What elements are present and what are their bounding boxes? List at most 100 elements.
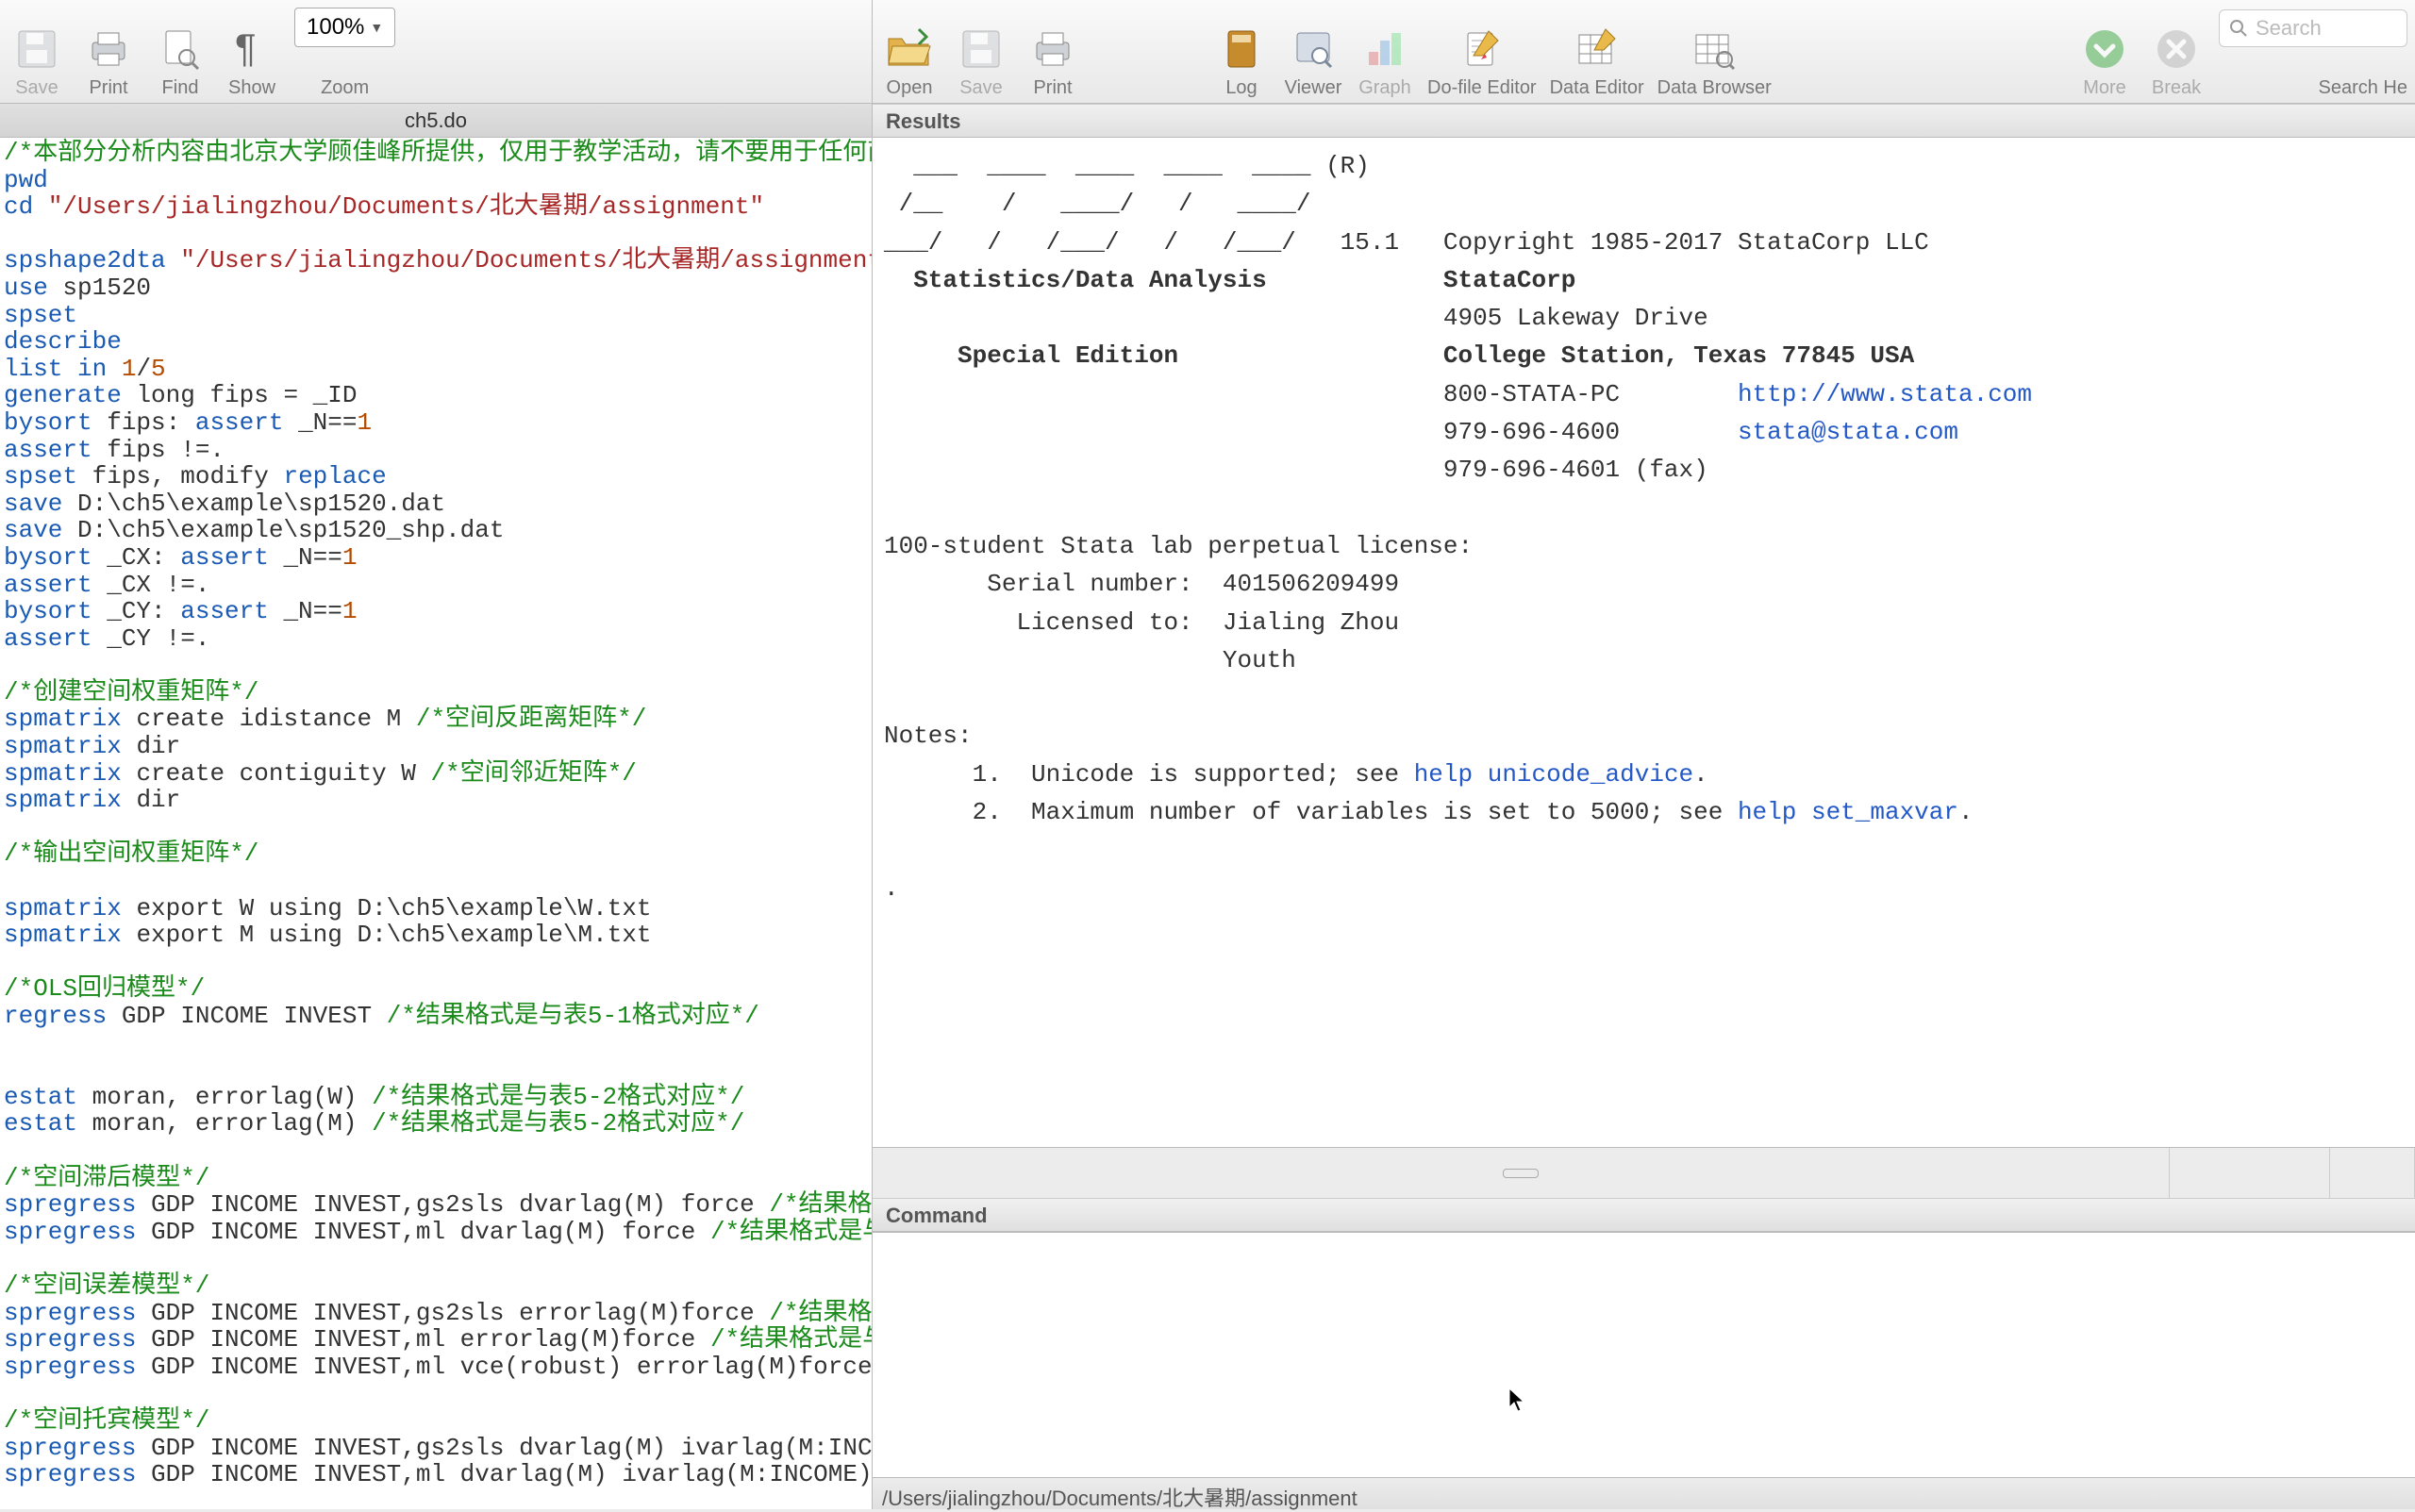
code-line[interactable]: spregress GDP INCOME INVEST,gs2sls dvarl…	[4, 1191, 868, 1219]
code-line[interactable]: /*本部分分析内容由北京大学顾佳峰所提供，仅用于教学活动，请不要用于任何商业活	[4, 140, 868, 167]
code-line[interactable]: regress GDP INCOME INVEST /*结果格式是与表5-1格式…	[4, 1003, 868, 1030]
code-line[interactable]: describe	[4, 328, 868, 356]
code-line[interactable]: assert fips !=.	[4, 437, 868, 464]
code-line[interactable]	[4, 221, 868, 248]
code-line[interactable]: spregress GDP INCOME INVEST,ml dvarlag(M…	[4, 1219, 868, 1246]
code-line[interactable]: estat moran, errorlag(W) /*结果格式是与表5-2格式对…	[4, 1084, 868, 1111]
zoom-label: Zoom	[321, 77, 369, 99]
code-line[interactable]: spmatrix dir	[4, 787, 868, 814]
log-button[interactable]: Log	[1212, 25, 1271, 99]
graph-button[interactable]: Graph	[1356, 25, 1414, 99]
open-button[interactable]: Open	[880, 25, 939, 99]
code-line[interactable]: /*输出空间权重矩阵*/	[4, 840, 868, 868]
code-line[interactable]: spregress GDP INCOME INVEST,ml errorlag(…	[4, 1326, 868, 1354]
code-line[interactable]: /*创建空间权重矩阵*/	[4, 679, 868, 706]
break-button[interactable]: Break	[2147, 25, 2206, 99]
code-line[interactable]	[4, 1138, 868, 1165]
code-line[interactable]: estat moran, errorlag(M) /*结果格式是与表5-2格式对…	[4, 1110, 868, 1138]
editor-tab-bar[interactable]: ch5.do	[0, 104, 872, 138]
code-line[interactable]: generate long fips = _ID	[4, 382, 868, 409]
printer-icon	[84, 25, 133, 74]
data-editor-button[interactable]: Data Editor	[1550, 25, 1644, 99]
code-line[interactable]	[4, 1056, 868, 1084]
stata-email-link[interactable]: stata@stata.com	[1738, 418, 1958, 446]
code-line[interactable]	[4, 1245, 868, 1272]
document-search-icon	[156, 25, 205, 74]
show-button[interactable]: ¶ Show	[223, 25, 281, 99]
dofile-editor-button[interactable]: Do-file Editor	[1427, 25, 1537, 99]
pilcrow-icon: ¶	[227, 25, 276, 74]
code-line[interactable]: spmatrix export W using D:\ch5\example\W…	[4, 895, 868, 922]
results-header: Results	[873, 104, 2415, 138]
code-line[interactable]: bysort fips: assert _N==1	[4, 409, 868, 437]
results-splitter[interactable]	[873, 1147, 2415, 1198]
stata-url-link[interactable]: http://www.stata.com	[1738, 380, 2032, 408]
code-line[interactable]: spmatrix create idistance M /*空间反距离矩阵*/	[4, 706, 868, 733]
code-line[interactable]	[4, 1380, 868, 1407]
command-header: Command	[873, 1198, 2415, 1232]
help-maxvar-link[interactable]: help set_maxvar	[1738, 798, 1958, 826]
circle-x-icon	[2152, 25, 2201, 74]
code-line[interactable]: spmatrix create contiguity W /*空间邻近矩阵*/	[4, 760, 868, 788]
log-book-icon	[1217, 25, 1266, 74]
code-line[interactable]: spregress GDP INCOME INVEST,gs2sls dvarl…	[4, 1435, 868, 1462]
code-line[interactable]: /*空间误差模型*/	[4, 1272, 868, 1300]
bar-chart-icon	[1360, 25, 1409, 74]
left-toolbar: Save Print Find ¶ Show 100% ▼ Zoom	[0, 0, 872, 104]
code-line[interactable]: list in 1/5	[4, 356, 868, 383]
search-icon	[2229, 19, 2248, 38]
code-line[interactable]: spmatrix dir	[4, 733, 868, 760]
code-line[interactable]	[4, 814, 868, 841]
table-search-icon	[1690, 25, 1739, 74]
zoom-select[interactable]: 100% ▼	[294, 8, 395, 47]
code-line[interactable]: spset fips, modify replace	[4, 463, 868, 490]
code-line[interactable]: spshape2dta "/Users/jialingzhou/Document…	[4, 247, 868, 274]
code-line[interactable]: assert _CY !=.	[4, 625, 868, 653]
code-line[interactable]: spregress GDP INCOME INVEST,ml vce(robus…	[4, 1354, 868, 1381]
code-line[interactable]: bysort _CX: assert _N==1	[4, 544, 868, 572]
code-line[interactable]: spmatrix export M using D:\ch5\example\M…	[4, 922, 868, 949]
code-line[interactable]: /*空间滞后模型*/	[4, 1165, 868, 1192]
folder-open-icon	[885, 25, 934, 74]
code-line[interactable]: cd "/Users/jialingzhou/Documents/北大暑期/as…	[4, 193, 868, 221]
save-button[interactable]: Save	[8, 25, 66, 99]
print-button-main[interactable]: Print	[1024, 25, 1082, 99]
floppy-icon	[12, 25, 61, 74]
dofile-editor-window: Save Print Find ¶ Show 100% ▼ Zoom	[0, 0, 873, 1509]
viewer-icon	[1289, 25, 1338, 74]
svg-text:¶: ¶	[235, 27, 257, 70]
data-browser-button[interactable]: Data Browser	[1657, 25, 1772, 99]
statusbar: /Users/jialingzhou/Documents/北大暑期/assign…	[873, 1477, 2415, 1509]
search-input[interactable]: Search	[2219, 9, 2407, 47]
stata-main-window: Open Save Print Log Viewer	[873, 0, 2415, 1509]
results-output[interactable]: ___ ____ ____ ____ ____ (R) /__ / ____/ …	[873, 138, 2415, 1147]
chevron-down-icon: ▼	[370, 20, 383, 35]
circle-down-icon	[2080, 25, 2129, 74]
code-line[interactable]: /*空间托宾模型*/	[4, 1407, 868, 1435]
code-line[interactable]	[4, 949, 868, 976]
code-line[interactable]: save D:\ch5\example\sp1520.dat	[4, 490, 868, 518]
code-line[interactable]: use sp1520	[4, 274, 868, 302]
command-input[interactable]	[873, 1232, 2415, 1477]
print-button[interactable]: Print	[79, 25, 138, 99]
code-line[interactable]: spregress GDP INCOME INVEST,gs2sls error…	[4, 1300, 868, 1327]
editor-tab[interactable]: ch5.do	[405, 108, 467, 133]
code-line[interactable]: /*OLS回归模型*/	[4, 975, 868, 1003]
viewer-button[interactable]: Viewer	[1284, 25, 1342, 99]
document-pencil-icon	[1457, 25, 1507, 74]
code-line[interactable]: assert _CX !=.	[4, 572, 868, 599]
help-unicode-link[interactable]: help unicode_advice	[1414, 760, 1693, 789]
code-line[interactable]: bysort _CY: assert _N==1	[4, 598, 868, 625]
save-button-main[interactable]: Save	[952, 25, 1010, 99]
code-line[interactable]: spregress GDP INCOME INVEST,ml dvarlag(M…	[4, 1461, 868, 1488]
code-line[interactable]	[4, 868, 868, 895]
code-line[interactable]: spset	[4, 302, 868, 329]
more-button[interactable]: More	[2075, 25, 2134, 99]
code-line[interactable]: pwd	[4, 167, 868, 194]
printer-icon	[1028, 25, 1077, 74]
code-line[interactable]	[4, 1030, 868, 1057]
find-button[interactable]: Find	[151, 25, 209, 99]
code-line[interactable]	[4, 652, 868, 679]
code-line[interactable]: save D:\ch5\example\sp1520_shp.dat	[4, 517, 868, 544]
code-editor[interactable]: /*本部分分析内容由北京大学顾佳峰所提供，仅用于教学活动，请不要用于任何商业活p…	[0, 138, 872, 1509]
